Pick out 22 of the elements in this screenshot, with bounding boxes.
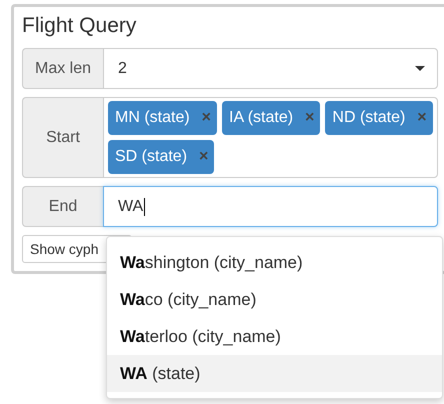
suggestion-item[interactable]: Waterloo (city_name) <box>107 318 442 355</box>
tag-chip[interactable]: ND (state) × <box>325 101 433 135</box>
tag-text: MN (state) <box>115 109 190 127</box>
tag-chip[interactable]: IA (state) × <box>222 101 320 135</box>
tag-chip[interactable]: SD (state) × <box>108 140 214 174</box>
remove-tag-button[interactable]: × <box>202 109 212 127</box>
field-label: Start <box>22 97 103 178</box>
tag-text: ND (state) <box>332 109 406 127</box>
panel-title: Flight Query <box>22 13 138 39</box>
field-label: Max len <box>22 48 103 89</box>
remove-tag-button[interactable]: × <box>417 109 427 127</box>
tag-chip[interactable]: MN (state) × <box>108 101 218 135</box>
suggestion-item[interactable]: Waco (city_name) <box>107 281 442 318</box>
select-field[interactable]: 2 <box>103 48 438 89</box>
suggestion-item[interactable]: WA (state) <box>107 355 442 392</box>
remove-tag-button[interactable]: × <box>199 148 208 166</box>
caret-icon <box>415 66 425 71</box>
remove-tag-button[interactable]: × <box>305 109 314 127</box>
field-label: End <box>22 186 103 227</box>
tag-text: SD (state) <box>115 148 188 166</box>
tag-text: IA (state) <box>229 109 294 127</box>
end-input-field[interactable]: WA <box>103 186 438 227</box>
